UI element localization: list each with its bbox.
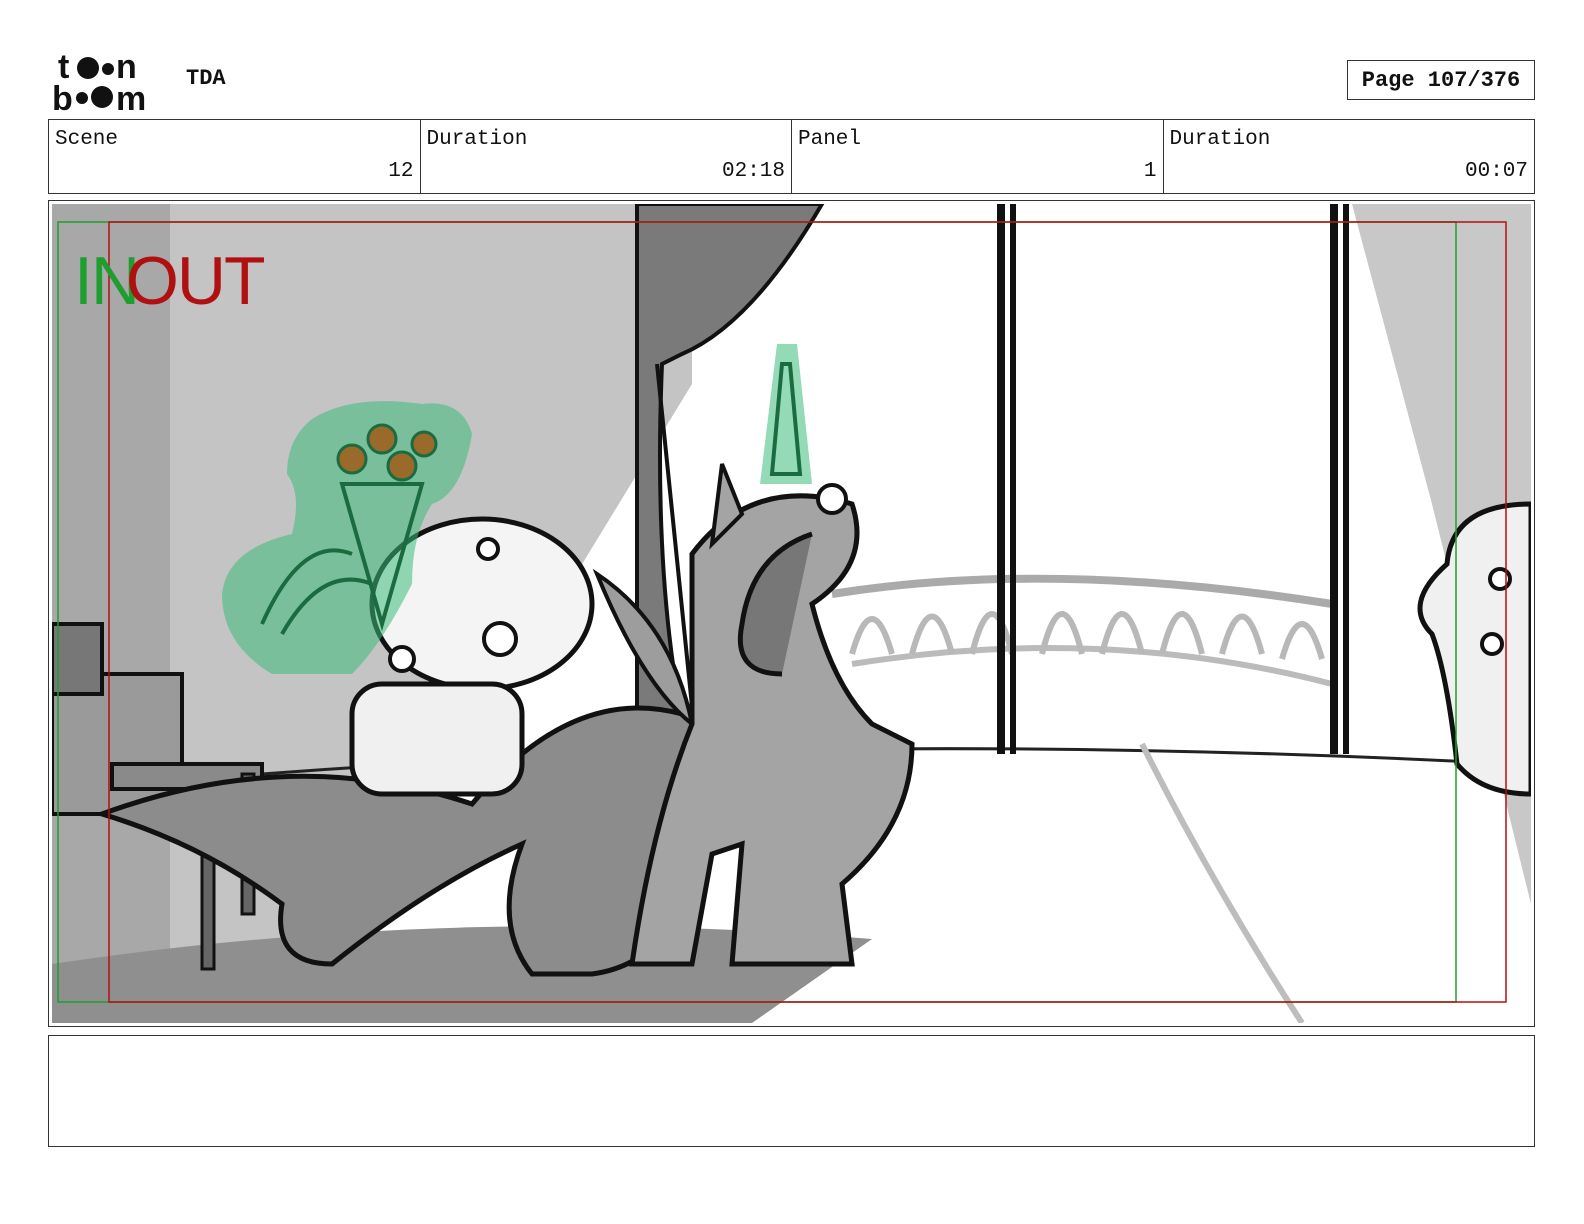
wall-column	[52, 204, 170, 1023]
panel-duration-cell: Duration 00:07	[1164, 120, 1535, 193]
project-name: TDA	[186, 66, 226, 91]
panel-duration-value: 00:07	[1464, 160, 1528, 183]
page-indicator: Page 107/376	[1347, 60, 1535, 100]
svg-text:b: b	[52, 80, 73, 112]
panel-notes-box[interactable]	[48, 1035, 1535, 1147]
scene-label: Scene	[55, 128, 119, 151]
panel-sketch	[52, 204, 1531, 1023]
toon-boom-logo: t n b m	[52, 50, 164, 112]
toon-boom-logo-mark: t n b m	[52, 50, 146, 112]
storyboard-info-table: Scene 12 Duration 02:18 Panel 1 Duration…	[48, 119, 1535, 194]
scene-value: 12	[388, 160, 414, 183]
out-marker: OUT	[126, 243, 266, 319]
storyboard-panel: IN OUT	[52, 204, 1531, 1023]
panel-value: 1	[1143, 160, 1157, 183]
svg-text:m: m	[116, 80, 146, 112]
panel-cell: Panel 1	[792, 120, 1164, 193]
scene-duration-cell: Duration 02:18	[421, 120, 792, 193]
panel-label: Panel	[798, 128, 862, 151]
scene-cell: Scene 12	[49, 120, 421, 193]
panel-duration-label: Duration	[1169, 128, 1271, 151]
scene-duration-value: 02:18	[721, 160, 785, 183]
scene-duration-label: Duration	[426, 128, 528, 151]
pony-right	[1417, 501, 1531, 797]
